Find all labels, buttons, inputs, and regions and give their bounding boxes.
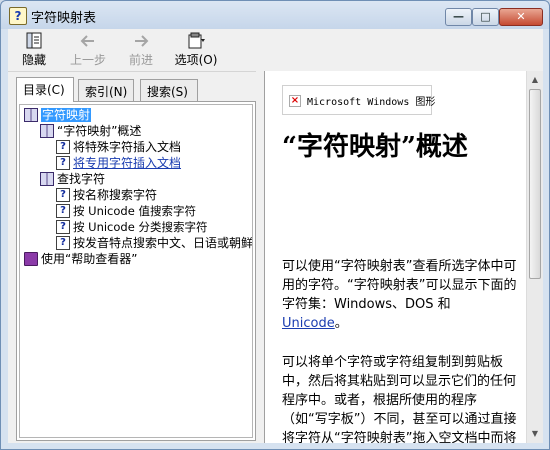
open-book-icon [40, 124, 54, 138]
help-page-icon: ? [56, 204, 70, 218]
open-book-icon [24, 108, 38, 122]
window-title: 字符映射表 [31, 11, 97, 26]
help-page-icon: ? [56, 220, 70, 234]
help-book-icon: ? [9, 7, 27, 25]
back-label: 上一步 [69, 53, 106, 67]
tree-item-label: 按 Unicode 值搜索字符 [73, 204, 196, 218]
hide-button[interactable]: 隐藏 [17, 32, 51, 68]
tree-item-label: 按名称搜索字符 [73, 188, 158, 202]
help-window: ? 字符映射表 — □ ✕ 隐藏 上一步 前进 选项(O) 目录(C) 索引(N… [0, 0, 550, 450]
tree-item-label: 字符映射 [41, 108, 92, 122]
tab-search[interactable]: 搜索(S) [140, 79, 198, 101]
tree-item[interactable]: 字符映射 [24, 107, 92, 123]
tree-item[interactable]: 查找字符 [40, 171, 105, 187]
broken-image: × Microsoft Windows 图形 [282, 85, 436, 115]
pane-splitter[interactable] [256, 71, 264, 443]
tree-item[interactable]: ? 按 Unicode 值搜索字符 [56, 203, 196, 219]
back-button[interactable]: 上一步 [66, 32, 110, 68]
tree-item[interactable]: ? 按名称搜索字符 [56, 187, 157, 203]
client-area: 隐藏 上一步 前进 选项(O) 目录(C) 索引(N) 搜索(S) 字符映射 “… [8, 29, 543, 443]
topic-pane: × Microsoft Windows 图形 “字符映射”概述 可以使用“字符映… [264, 71, 543, 443]
tab-contents[interactable]: 目录(C) [16, 77, 74, 102]
tab-index[interactable]: 索引(N) [78, 79, 134, 101]
topic-paragraph-1: 可以使用“字符映射表”查看所选字体中可用的字符。“字符映射表”可以显示下面的字符… [282, 257, 520, 333]
help-page-icon: ? [56, 140, 70, 154]
tree-item-label: 按发音特点搜索中文、日语或朝鲜 [73, 236, 253, 250]
topic-paragraph-2: 可以将单个字符或字符组复制到剪贴板中，然后将其粘贴到可以显示它们的任何程序中。或… [282, 355, 517, 443]
closed-book-icon [24, 252, 38, 266]
help-page-icon: ? [56, 156, 70, 170]
tree-item-label: 按 Unicode 分类搜索字符 [73, 220, 208, 234]
tree-item-label: 将特殊字符插入文档 [73, 140, 182, 154]
tree-item-label: 将专用字符插入文档 [73, 156, 182, 170]
hide-label: 隐藏 [21, 53, 46, 67]
hide-pane-icon [26, 32, 42, 49]
options-label: 选项(O) [174, 53, 218, 67]
back-arrow-icon [80, 35, 94, 47]
tree-item[interactable]: 使用“帮助查看器” [24, 251, 137, 267]
toolbar: 隐藏 上一步 前进 选项(O) [8, 29, 543, 72]
title-bar[interactable]: ? 字符映射表 — □ ✕ [1, 1, 549, 29]
forward-button[interactable]: 前进 [124, 32, 158, 68]
paragraph-1-text: 可以使用“字符映射表”查看所选字体中可用的字符。“字符映射表”可以显示下面的字符… [282, 259, 517, 312]
forward-arrow-icon [135, 35, 149, 47]
broken-image-icon: × [289, 95, 301, 107]
maximize-button[interactable]: □ [472, 8, 499, 26]
tree-item[interactable]: ? 将特殊字符插入文档 [56, 139, 181, 155]
contents-tree[interactable]: 字符映射 “字符映射”概述? 将特殊字符插入文档? 将专用字符插入文档 查找字符? 按名称… [19, 104, 253, 438]
tree-item[interactable]: ? 按 Unicode 分类搜索字符 [56, 219, 207, 235]
scroll-down-icon[interactable]: ▼ [528, 426, 542, 442]
tree-item-label: 使用“帮助查看器” [41, 252, 138, 266]
vertical-scrollbar[interactable]: ▲ ▼ [526, 71, 543, 443]
options-icon [188, 32, 205, 49]
tree-item[interactable]: “字符映射”概述 [40, 123, 141, 139]
navigation-pane: 字符映射 “字符映射”概述? 将特殊字符插入文档? 将专用字符插入文档 查找字符? 按名称… [16, 101, 256, 441]
scroll-thumb[interactable] [529, 89, 541, 279]
tree-item-label: “字符映射”概述 [57, 124, 142, 138]
unicode-link[interactable]: Unicode [282, 316, 335, 331]
close-button[interactable]: ✕ [499, 8, 543, 26]
options-button[interactable]: 选项(O) [174, 32, 218, 68]
topic-heading: “字符映射”概述 [282, 132, 468, 162]
tree-item-label: 查找字符 [57, 172, 106, 186]
minimize-button[interactable]: — [445, 8, 472, 26]
open-book-icon [40, 172, 54, 186]
scroll-up-icon[interactable]: ▲ [528, 72, 542, 88]
tree-item[interactable]: ? 按发音特点搜索中文、日语或朝鲜 [56, 235, 253, 251]
help-page-icon: ? [56, 236, 70, 250]
forward-label: 前进 [128, 53, 153, 67]
help-page-icon: ? [56, 188, 70, 202]
tree-item[interactable]: ? 将专用字符插入文档 [56, 155, 181, 171]
paragraph-1-end: 。 [334, 316, 348, 331]
image-alt-text: Microsoft Windows 图形 [307, 97, 436, 108]
